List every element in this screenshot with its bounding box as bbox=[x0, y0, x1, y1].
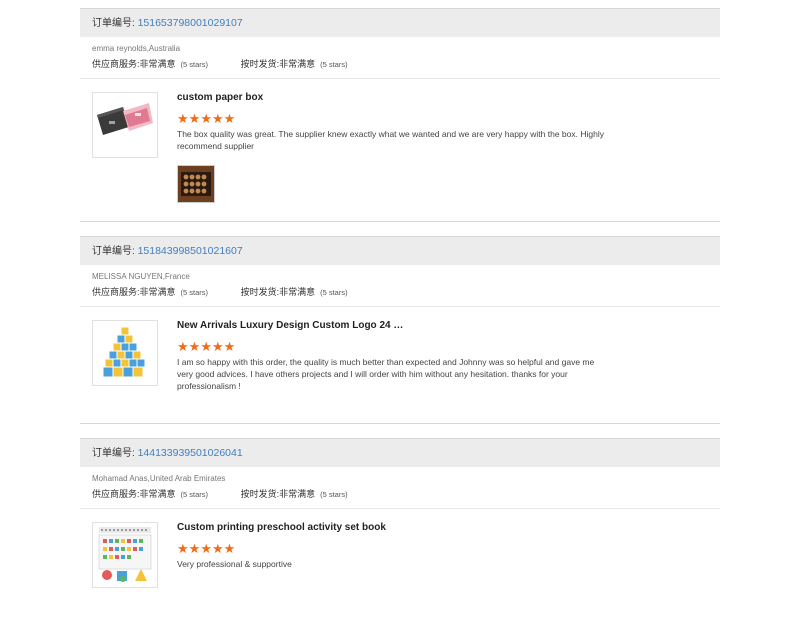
review-item: New Arrivals Luxury Design Custom Logo 2… bbox=[80, 307, 720, 392]
product-title-link[interactable]: New Arrivals Luxury Design Custom Logo 2… bbox=[177, 320, 407, 332]
star-icon: ★ bbox=[200, 339, 212, 354]
review-comment: Very professional & supportive bbox=[177, 559, 292, 569]
score-row: 供应商服务:非常满意 (5 stars) 按时发货:非常满意 (5 stars) bbox=[92, 488, 708, 501]
star-icon: ★ bbox=[211, 339, 224, 354]
star-icon: ★ bbox=[223, 111, 236, 126]
order-number-label: 订单编号: bbox=[92, 18, 135, 29]
on-time-delivery-label: 按时发货: bbox=[240, 287, 280, 297]
order-number-link[interactable]: 144133939501026041 bbox=[138, 447, 243, 459]
review-item: custom paper box ★★★★★ The box quality w… bbox=[80, 79, 720, 203]
star-icon: ★ bbox=[211, 541, 224, 556]
on-time-delivery-value: 非常满意 bbox=[279, 287, 316, 297]
supplier-service-value: 非常满意 bbox=[139, 287, 176, 297]
score-row: 供应商服务:非常满意 (5 stars) 按时发货:非常满意 (5 stars) bbox=[92, 58, 708, 71]
review-list: 订单编号: 151653798001029107 emma reynolds,A… bbox=[80, 8, 720, 623]
buyer-name: emma reynolds,Australia bbox=[92, 44, 181, 53]
order-card: 订单编号: 151653798001029107 emma reynolds,A… bbox=[80, 8, 720, 222]
on-time-delivery-score: 按时发货:非常满意 (5 stars) bbox=[241, 286, 348, 299]
star-icon: ★ bbox=[211, 111, 224, 126]
supplier-service-stars: (5 stars) bbox=[180, 60, 209, 69]
star-rating: ★★★★★ bbox=[177, 540, 720, 556]
order-number-link[interactable]: 151653798001029107 bbox=[138, 17, 243, 29]
star-icon: ★ bbox=[223, 339, 236, 354]
supplier-service-score: 供应商服务:非常满意 (5 stars) bbox=[92, 488, 208, 501]
product-title-link[interactable]: custom paper box bbox=[177, 92, 417, 104]
buyer-name: Mohamad Anas,United Arab Emirates bbox=[92, 474, 226, 483]
product-title-link[interactable]: Custom printing preschool activity set b… bbox=[177, 522, 417, 534]
on-time-delivery-stars: (5 stars) bbox=[320, 490, 348, 499]
star-rating: ★★★★★ bbox=[177, 338, 720, 354]
supplier-service-value: 非常满意 bbox=[139, 489, 176, 499]
order-meta: emma reynolds,Australia 供应商服务:非常满意 (5 sta… bbox=[80, 37, 720, 79]
order-number-link[interactable]: 151843998501021607 bbox=[138, 245, 243, 257]
star-icon: ★ bbox=[223, 541, 236, 556]
supplier-service-label: 供应商服务: bbox=[92, 59, 140, 69]
review-comment: The box quality was great. The supplier … bbox=[177, 129, 604, 151]
star-rating: ★★★★★ bbox=[177, 110, 720, 126]
gift-box-image[interactable] bbox=[92, 92, 158, 158]
star-icon: ★ bbox=[188, 339, 201, 354]
order-number-label: 订单编号: bbox=[92, 448, 135, 459]
star-icon: ★ bbox=[177, 111, 189, 126]
order-header: 订单编号: 144133939501026041 bbox=[80, 439, 720, 467]
order-header: 订单编号: 151653798001029107 bbox=[80, 9, 720, 37]
on-time-delivery-score: 按时发货:非常满意 (5 stars) bbox=[241, 58, 348, 71]
activity-book-image[interactable] bbox=[92, 522, 158, 588]
on-time-delivery-value: 非常满意 bbox=[279, 59, 316, 69]
on-time-delivery-label: 按时发货: bbox=[240, 489, 280, 499]
supplier-service-stars: (5 stars) bbox=[180, 490, 209, 499]
star-icon: ★ bbox=[188, 111, 201, 126]
review-comment: I am so happy with this order, the quali… bbox=[177, 357, 595, 391]
score-row: 供应商服务:非常满意 (5 stars) 按时发货:非常满意 (5 stars) bbox=[92, 286, 708, 299]
star-icon: ★ bbox=[177, 541, 189, 556]
chocolate-box-photo[interactable] bbox=[177, 165, 215, 203]
star-icon: ★ bbox=[177, 339, 189, 354]
review-body: custom paper box ★★★★★ The box quality w… bbox=[177, 79, 720, 203]
order-meta: Mohamad Anas,United Arab Emirates 供应商服务:… bbox=[80, 467, 720, 509]
order-header: 订单编号: 151843998501021607 bbox=[80, 237, 720, 265]
advent-calendar-tower-image[interactable] bbox=[92, 320, 158, 386]
on-time-delivery-score: 按时发货:非常满意 (5 stars) bbox=[241, 488, 348, 501]
supplier-service-stars: (5 stars) bbox=[180, 288, 209, 297]
on-time-delivery-stars: (5 stars) bbox=[320, 288, 348, 297]
review-body: Custom printing preschool activity set b… bbox=[177, 509, 720, 570]
star-icon: ★ bbox=[200, 541, 212, 556]
order-card: 订单编号: 144133939501026041 Mohamad Anas,Un… bbox=[80, 438, 720, 609]
supplier-service-label: 供应商服务: bbox=[92, 287, 140, 297]
order-meta: MELISSA NGUYEN,France 供应商服务:非常满意 (5 stars… bbox=[80, 265, 720, 307]
order-number-label: 订单编号: bbox=[92, 246, 135, 257]
buyer-name: MELISSA NGUYEN,France bbox=[92, 272, 190, 281]
star-icon: ★ bbox=[200, 111, 212, 126]
supplier-service-label: 供应商服务: bbox=[92, 489, 140, 499]
supplier-service-value: 非常满意 bbox=[139, 59, 176, 69]
on-time-delivery-label: 按时发货: bbox=[240, 59, 280, 69]
star-icon: ★ bbox=[188, 541, 201, 556]
on-time-delivery-stars: (5 stars) bbox=[320, 60, 348, 69]
on-time-delivery-value: 非常满意 bbox=[279, 489, 316, 499]
review-item: Custom printing preschool activity set b… bbox=[80, 509, 720, 588]
supplier-service-score: 供应商服务:非常满意 (5 stars) bbox=[92, 286, 208, 299]
supplier-service-score: 供应商服务:非常满意 (5 stars) bbox=[92, 58, 208, 71]
review-body: New Arrivals Luxury Design Custom Logo 2… bbox=[177, 307, 720, 392]
order-card: 订单编号: 151843998501021607 MELISSA NGUYEN,… bbox=[80, 236, 720, 424]
